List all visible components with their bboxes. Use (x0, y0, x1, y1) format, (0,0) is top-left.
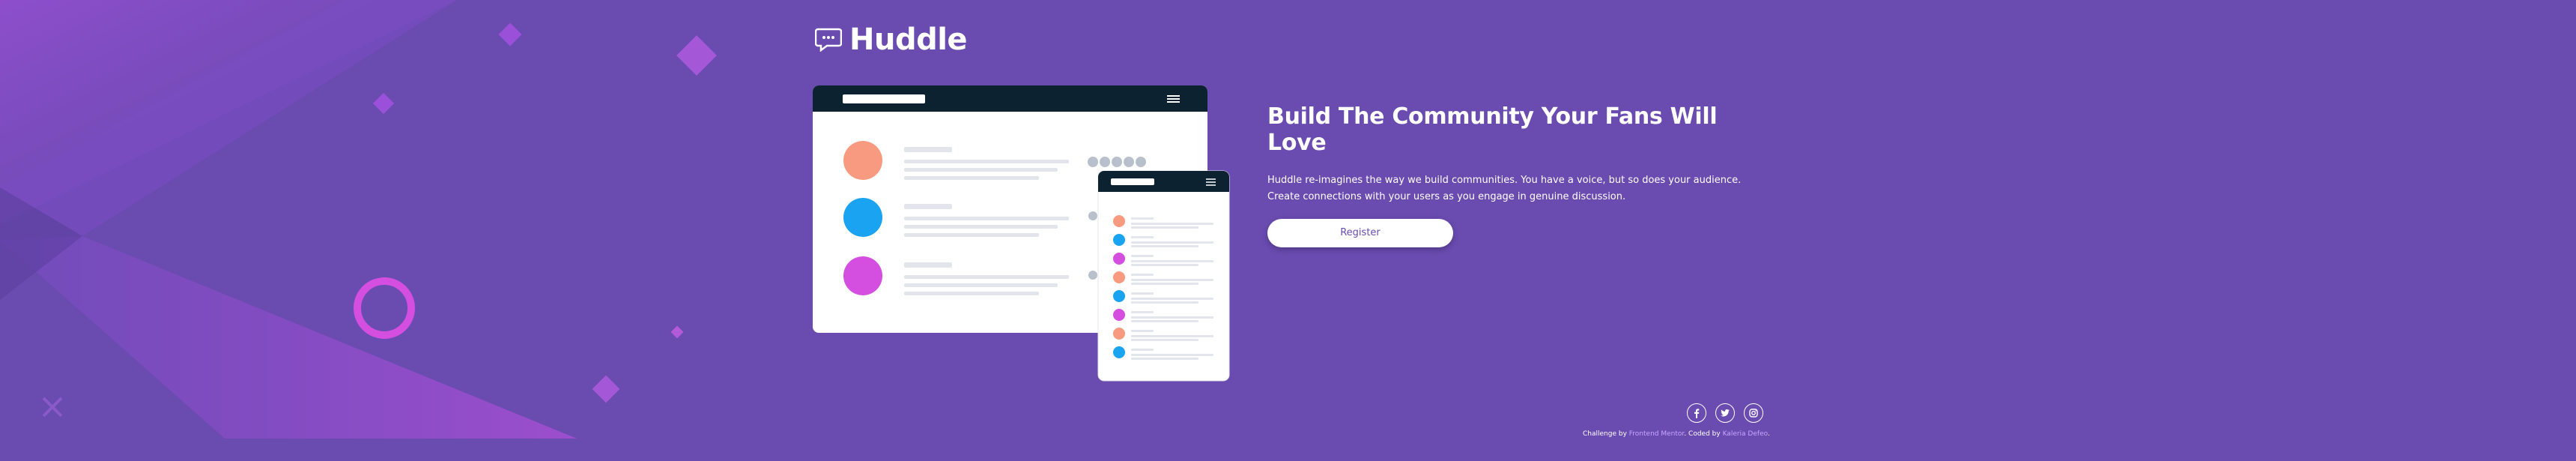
bg-diamond (372, 92, 395, 115)
instagram-link[interactable] (1744, 403, 1763, 423)
bg-diamond (670, 325, 684, 339)
hero-section: Build The Community Your Fans Will Love … (1267, 103, 1747, 247)
coder-link[interactable]: Kaleria Defeo (1723, 430, 1768, 438)
frontend-mentor-link[interactable]: Frontend Mentor (1629, 430, 1685, 438)
brand-name: Huddle (849, 22, 968, 57)
twitter-link[interactable] (1715, 403, 1735, 423)
attribution-end: . (1767, 430, 1770, 438)
brand-logo[interactable]: Huddle (815, 22, 968, 57)
chat-bubble-icon (815, 28, 842, 52)
bg-ring (354, 277, 415, 339)
twitter-icon (1721, 409, 1730, 417)
attribution-separator: . (1684, 430, 1687, 438)
register-button[interactable]: Register (1267, 219, 1453, 247)
app-mockup-illustration (813, 85, 1230, 382)
bg-diamond (676, 35, 717, 76)
attribution: Challenge by Frontend Mentor. Coded by K… (1583, 430, 1770, 438)
hero-title: Build The Community Your Fans Will Love (1267, 103, 1718, 156)
bg-cross (42, 397, 63, 418)
attribution-challenge-text: Challenge by (1583, 430, 1627, 438)
bg-diamond (592, 375, 620, 403)
bg-diamond (498, 22, 522, 46)
attribution-coded-text: Coded by (1688, 430, 1721, 438)
hero-description: Huddle re-imagines the way we build comm… (1267, 175, 1742, 202)
bg-stripe-bottom (0, 236, 577, 439)
instagram-icon (1749, 409, 1758, 418)
facebook-icon (1694, 409, 1700, 418)
social-links (1687, 403, 1763, 423)
facebook-link[interactable] (1687, 403, 1706, 423)
